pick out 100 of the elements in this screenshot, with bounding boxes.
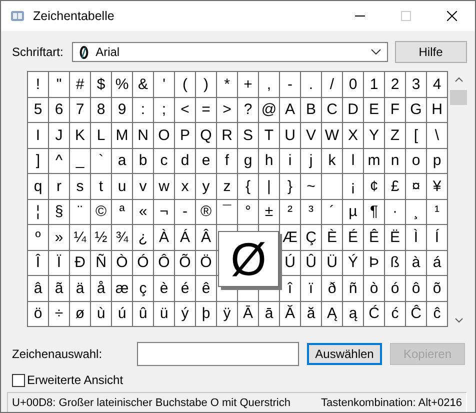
character-cell[interactable]: % [112,72,132,96]
character-cell[interactable]: C [322,98,342,122]
character-cell[interactable]: Õ [175,250,195,275]
character-cell[interactable]: t [91,174,111,198]
character-cell[interactable]: ¡ [343,174,363,198]
character-cell[interactable]: 2 [385,72,405,96]
character-cell[interactable]: Ý [343,250,363,275]
character-cell[interactable]: u [112,174,132,198]
character-cell[interactable]: Í [427,225,447,250]
character-cell[interactable]: ÷ [49,302,69,326]
character-cell[interactable]: Ð [70,250,90,275]
character-cell[interactable]: A [280,98,300,122]
character-cell[interactable]: _ [70,148,90,173]
character-cell[interactable]: ă [301,302,321,326]
character-cell[interactable]: a [112,148,132,173]
character-cell[interactable]: ā [259,302,279,326]
character-cell[interactable]: ¢ [364,174,384,198]
character-cell[interactable]: 6 [49,98,69,122]
character-cell[interactable]: » [49,225,69,250]
character-cell[interactable]: ¨ [70,200,90,224]
character-cell[interactable]: ç [133,276,153,300]
character-cell[interactable]: 8 [91,98,111,122]
character-cell[interactable]: Ą [322,302,342,326]
character-cell[interactable]: m [364,148,384,173]
character-cell[interactable]: & [133,72,153,96]
character-cell[interactable]: þ [196,302,216,326]
character-cell[interactable]: ø [70,302,90,326]
character-cell[interactable]: [ [406,123,426,148]
character-cell[interactable]: b [133,148,153,173]
character-cell[interactable]: · [385,200,405,224]
character-cell[interactable]: é [175,276,195,300]
character-cell[interactable]: z [217,174,237,198]
character-cell[interactable]: / [322,72,342,96]
character-cell[interactable]: w [154,174,174,198]
character-cell[interactable]: ò [364,276,384,300]
character-cell[interactable]: y [196,174,216,198]
character-cell[interactable]: l [343,148,363,173]
character-cell[interactable]: ÿ [217,302,237,326]
character-cell[interactable]: ® [196,200,216,224]
character-cell[interactable]: ñ [343,276,363,300]
scroll-thumb[interactable] [450,90,467,105]
character-cell[interactable]: d [175,148,195,173]
character-cell[interactable]: ¤ [406,174,426,198]
character-cell[interactable]: v [133,174,153,198]
character-cell[interactable]: Û [301,250,321,275]
character-cell[interactable]: W [322,123,342,148]
character-cell[interactable]: 4 [427,72,447,96]
character-cell[interactable]: Z [385,123,405,148]
character-cell[interactable]: > [217,98,237,122]
character-cell[interactable]: Ë [385,225,405,250]
character-cell[interactable]: 7 [70,98,90,122]
character-cell[interactable]: f [217,148,237,173]
character-cell[interactable]: Þ [364,250,384,275]
character-cell[interactable]: + [238,72,258,96]
character-cell[interactable]: µ [343,200,363,224]
character-cell[interactable]: k [322,148,342,173]
character-cell[interactable]: V [301,123,321,148]
character-cell[interactable]: G [406,98,426,122]
character-cell[interactable]: $ [91,72,111,96]
character-cell[interactable]: O [154,123,174,148]
character-cell[interactable]: å [91,276,111,300]
character-cell[interactable]: R [217,123,237,148]
character-cell[interactable]: Y [364,123,384,148]
character-cell[interactable]: ] [28,148,48,173]
character-cell[interactable]: o [406,148,426,173]
character-cell[interactable]: Ú [280,250,300,275]
character-cell[interactable]: M [112,123,132,148]
character-cell[interactable]: = [196,98,216,122]
character-cell[interactable]: N [133,123,153,148]
character-cell[interactable]: Ê [364,225,384,250]
character-cell[interactable]: À [154,225,174,250]
character-cell[interactable]: ð [322,276,342,300]
select-button[interactable]: Auswählen [307,343,382,365]
character-cell[interactable]: U [280,123,300,148]
character-cell[interactable]: # [70,72,90,96]
character-cell[interactable]: s [70,174,90,198]
character-cell[interactable]: Ç [301,225,321,250]
character-cell[interactable]: Ô [154,250,174,275]
character-cell[interactable]: ù [91,302,111,326]
character-cell[interactable]: ú [112,302,132,326]
character-cell[interactable]: x [175,174,195,198]
character-cell[interactable]: | [259,174,279,198]
character-cell[interactable]: ( [175,72,195,96]
character-cell[interactable]: ą [343,302,363,326]
scroll-down-icon[interactable] [454,318,462,323]
character-cell[interactable]: « [133,200,153,224]
character-cell[interactable]: g [238,148,258,173]
character-cell[interactable]: h [259,148,279,173]
character-cell[interactable]: < [175,98,195,122]
character-cell[interactable]: H [427,98,447,122]
character-cell[interactable]: ~ [301,174,321,198]
character-cell[interactable]: . [301,72,321,96]
character-cell[interactable]: ć [385,302,405,326]
character-cell[interactable]: E [364,98,384,122]
character-cell[interactable]: \ [427,123,447,148]
character-cell[interactable]: c [154,148,174,173]
character-cell[interactable]: ê [196,276,216,300]
character-cell[interactable]: @ [259,98,279,122]
character-cell[interactable]: § [49,200,69,224]
character-cell[interactable]: Ĉ [406,302,426,326]
